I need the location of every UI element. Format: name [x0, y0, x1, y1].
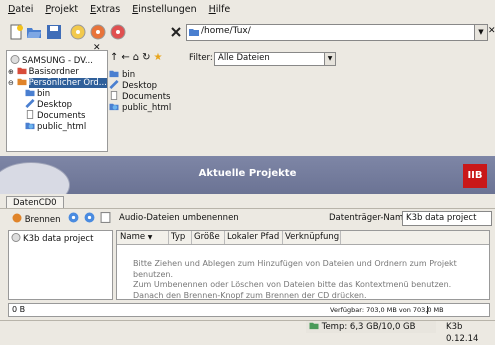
- file-item-desktop[interactable]: Desktop: [109, 80, 157, 91]
- bookmark-star-icon[interactable]: ★: [154, 52, 166, 63]
- menu-extras[interactable]: Extras: [90, 4, 120, 15]
- version-label: K3b 0.12.14: [446, 322, 479, 344]
- folder-icon: [25, 89, 35, 97]
- navigation-buttons: ↑←⌂↻★: [110, 52, 166, 64]
- table-header: Name ▼ Typ Größe Lokaler Pfad Verknüpfun…: [117, 231, 489, 245]
- cd-icon[interactable]: [68, 212, 79, 223]
- burn-button[interactable]: Brennen: [12, 213, 60, 225]
- tree-item-label: SAMSUNG - DV...: [22, 56, 93, 66]
- column-header-typ[interactable]: Typ: [168, 231, 192, 244]
- file-label: public_html: [122, 103, 172, 113]
- k3b-logo-icon: IIB: [463, 164, 487, 188]
- help-line: Danach den Brennen-Knopf zum Brennen der…: [133, 290, 367, 300]
- folder-icon: [189, 29, 199, 36]
- up-arrow-icon[interactable]: ↑: [110, 52, 121, 63]
- tree-item-label: Documents: [37, 111, 86, 121]
- column-header-link[interactable]: Verknüpfung: [282, 231, 341, 244]
- burn-icon: [12, 213, 22, 223]
- back-arrow-icon[interactable]: ←: [121, 52, 132, 63]
- column-header-local-path[interactable]: Lokaler Pfad: [224, 231, 283, 244]
- burn-image-icon[interactable]: [110, 24, 126, 40]
- audio-cd-icon[interactable]: [70, 24, 86, 40]
- web-folder-icon: [109, 103, 119, 111]
- column-label: Name: [120, 232, 146, 242]
- folder-icon: [309, 322, 319, 330]
- menu-projekt[interactable]: Projekt: [45, 4, 78, 15]
- menu-hilfe[interactable]: Hilfe: [209, 4, 231, 15]
- chevron-down-icon[interactable]: ▼: [474, 25, 487, 40]
- filter-value: Alle Dateien: [218, 53, 270, 63]
- document-icon: [110, 91, 118, 100]
- close-panel-icon[interactable]: [168, 24, 184, 40]
- project-tabbar: [0, 194, 495, 208]
- banner-title: Aktuelle Projekte: [198, 168, 297, 179]
- menu-datei[interactable]: Datei: [8, 4, 33, 15]
- filter-select[interactable]: Alle Dateien ▼: [214, 52, 336, 66]
- expand-icon[interactable]: ⊕: [8, 68, 14, 76]
- desktop-icon: [25, 99, 35, 108]
- tree-item-label: Desktop: [37, 100, 73, 110]
- tree-item-label: Persönlicher Ord...: [28, 78, 107, 88]
- help-line: Zum Umbenennen oder Löschen von Dateien …: [133, 280, 452, 289]
- volume-name-input[interactable]: K3b data project: [402, 211, 492, 226]
- home-icon[interactable]: ⌂: [133, 52, 142, 63]
- drop-help-text: Bitte Ziehen und Ablegen zum Hinzufügen …: [133, 259, 489, 301]
- file-item-bin[interactable]: bin: [109, 69, 135, 80]
- menu-einstellungen[interactable]: Einstellungen: [132, 4, 196, 15]
- desktop-icon: [109, 80, 119, 89]
- column-header-name[interactable]: Name ▼: [117, 231, 169, 244]
- tree-item-label: public_html: [37, 122, 87, 132]
- file-label: Documents: [122, 92, 171, 102]
- project-file-table: Name ▼ Typ Größe Lokaler Pfad Verknüpfun…: [116, 230, 490, 300]
- reload-icon[interactable]: ↻: [142, 52, 153, 63]
- filter-label: Filter:: [189, 53, 213, 63]
- location-path: /home/Tux/: [201, 26, 251, 36]
- capacity-bar: 0 B Verfügbar: 703,0 MB von 703,0 MB: [8, 303, 490, 317]
- capacity-used: 0 B: [12, 305, 26, 314]
- new-project-icon[interactable]: [8, 24, 24, 40]
- cd-icon: [11, 233, 21, 242]
- tree-item-label: Basisordner: [28, 67, 79, 77]
- chevron-down-icon[interactable]: ▼: [324, 53, 335, 65]
- file-label: bin: [122, 70, 136, 80]
- collapse-icon[interactable]: ⊖: [8, 79, 14, 87]
- document-icon: [26, 110, 34, 119]
- folder-tree: SAMSUNG - DV... ⊕ Basisordner ⊖ Persönli…: [6, 50, 108, 152]
- projects-banner: Aktuelle Projekte IIB: [0, 156, 495, 194]
- home-folder-icon: [17, 67, 27, 75]
- tree-item-label: bin: [37, 89, 51, 99]
- project-tree: K3b data project: [8, 230, 113, 300]
- save-project-icon[interactable]: [46, 24, 62, 40]
- location-bar[interactable]: /home/Tux/ ▼: [186, 24, 488, 41]
- temp-status: Temp: 6,3 GB/10,0 GB: [306, 321, 436, 333]
- sort-down-icon: ▼: [147, 234, 153, 241]
- folder-icon: [109, 70, 119, 78]
- capacity-marker: [427, 306, 428, 314]
- help-line: Bitte Ziehen und Ablegen zum Hinzufügen …: [133, 259, 457, 279]
- home-folder-icon: [17, 78, 27, 86]
- project-root-item[interactable]: K3b data project: [11, 233, 93, 245]
- volume-name-label: Datenträger-Name:: [329, 213, 412, 223]
- burn-label: Brennen: [24, 215, 61, 225]
- cd-drive-icon: [10, 55, 20, 64]
- file-item-public-html[interactable]: public_html: [109, 102, 171, 113]
- project-root-label: K3b data project: [23, 234, 94, 244]
- column-header-size[interactable]: Größe: [191, 231, 225, 244]
- volume-name-value: K3b data project: [406, 213, 477, 223]
- tree-item-public-html[interactable]: public_html: [25, 121, 86, 133]
- web-folder-icon: [25, 122, 35, 130]
- cd-import-icon[interactable]: [84, 212, 95, 223]
- file-item-documents[interactable]: Documents: [109, 91, 170, 102]
- close-icon[interactable]: ✕: [488, 26, 495, 36]
- tree-item-personal-folder[interactable]: ⊖ Persönlicher Ord...: [8, 77, 107, 89]
- rename-audio-button[interactable]: Audio-Dateien umbenennen: [119, 213, 239, 223]
- open-project-icon[interactable]: [26, 24, 42, 40]
- menubar: Datei Projekt Extras Einstellungen Hilfe: [0, 0, 495, 18]
- file-label: Desktop: [122, 81, 158, 91]
- properties-icon[interactable]: [100, 212, 111, 223]
- temp-status-text: Temp: 6,3 GB/10,0 GB: [321, 322, 416, 332]
- copy-cd-icon[interactable]: [90, 24, 106, 40]
